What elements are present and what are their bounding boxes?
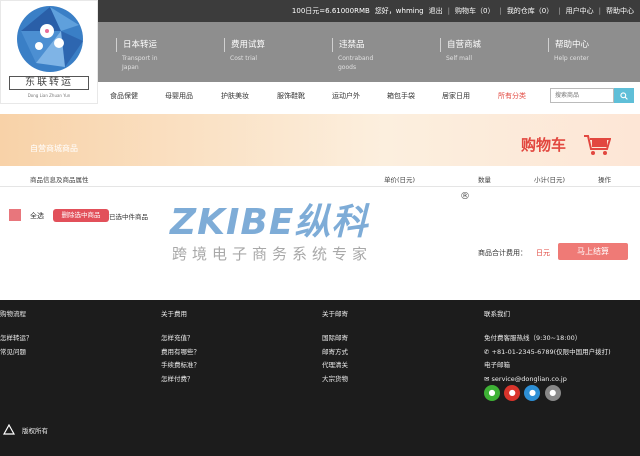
column-header: 小计(日元)	[534, 176, 566, 184]
nav-label: 费用试算	[224, 38, 284, 52]
email-address[interactable]: service@donglian.co.jp	[492, 375, 567, 383]
phone-row: ✆ +81-01-2345-6789(仅限中国用户拨打)	[484, 346, 611, 360]
category-item[interactable]: 服饰鞋靴	[277, 91, 305, 101]
page-banner: 自营商城商品 购物车	[0, 114, 640, 166]
footer-column-shipping: 关于邮寄 国际邮寄 邮寄方式 代理清关 大宗货物	[322, 308, 348, 386]
total-value: 日元	[536, 249, 550, 257]
copyright: 版权所有	[3, 424, 48, 435]
nav-label: 日本转运	[116, 38, 176, 52]
footer-link[interactable]: 邮寄方式	[322, 346, 348, 360]
nav-label: 自营商城	[440, 38, 500, 52]
footer-link[interactable]: 常见问题	[0, 346, 33, 360]
phone-icon: ✆	[484, 347, 492, 356]
footer-column-shopping: 购物流程 怎样转运？ 常见问题	[0, 308, 33, 359]
nav-sublabel: Self mall	[446, 55, 473, 62]
hotline-text: 免付费客服热线（9:30~18:00）	[484, 334, 582, 342]
nav-sublabel: Help center	[554, 55, 589, 62]
logout-link[interactable]: 退出	[429, 6, 443, 16]
category-item[interactable]: 食品保健	[110, 91, 138, 101]
email-row: ✉ service@donglian.co.jp	[484, 373, 611, 387]
selected-count: 已选中件商品	[109, 213, 148, 221]
user-center-link[interactable]: 用户中心	[566, 6, 594, 16]
delete-selected-button[interactable]: 删除选中商品	[53, 209, 109, 222]
footer-link[interactable]: 费用有哪些？	[161, 346, 200, 360]
nav-item-transport[interactable]: 日本转运 Transport in Japan	[116, 38, 176, 78]
category-item[interactable]: 母婴用品	[165, 91, 193, 101]
footer-heading: 购物流程	[0, 310, 26, 318]
search-icon	[620, 92, 628, 100]
cart-table-header: 商品信息及商品属性 单价(日元) 数量 小计(日元) 操作	[0, 172, 640, 186]
column-header: 商品信息及商品属性	[30, 176, 89, 184]
separator: |	[598, 7, 601, 15]
mail-icon: ✉	[484, 374, 492, 383]
apple-icon[interactable]: ●	[544, 385, 561, 401]
search-button[interactable]	[614, 88, 634, 103]
cart-link[interactable]: 购物车（0）	[455, 6, 494, 16]
category-item[interactable]: 箱包手袋	[387, 91, 415, 101]
footer-link[interactable]: 大宗货物	[322, 373, 348, 387]
logo-subtext: Dong Lian Zhuan Yun	[27, 93, 71, 98]
footer-link[interactable]: 怎样转运？	[0, 332, 33, 346]
footer-link[interactable]: 国际邮寄	[322, 332, 348, 346]
nav-item-self-mall[interactable]: 自营商城 Self mall	[440, 38, 500, 78]
checkout-button[interactable]: 马上结算	[558, 243, 628, 260]
nav-sublabel: Transport in Japan	[122, 55, 158, 71]
category-item-all[interactable]: 所有分类	[498, 91, 526, 101]
category-item[interactable]: 运动户外	[332, 91, 360, 101]
footer-link[interactable]: 怎样付费？	[161, 373, 200, 387]
site-logo[interactable]: 东联转运 Dong Lian Zhuan Yun	[0, 0, 98, 104]
copyright-text: 版权所有	[22, 426, 48, 435]
footer-column-contact: 联系我们 免付费客服热线（9:30~18:00） ✆ +81-01-2345-6…	[484, 308, 611, 386]
nav-label: 帮助中心	[548, 38, 608, 52]
footer-link[interactable]: 怎样充值？	[161, 332, 200, 346]
category-bar: 食品保健 母婴用品 护肤美妆 服饰鞋靴 运动户外 箱包手袋 居家日用 所有分类	[98, 86, 640, 106]
category-item[interactable]: 护肤美妆	[221, 91, 249, 101]
nav-sublabel: Cost trial	[230, 55, 258, 62]
footer-heading: 关于邮寄	[322, 310, 348, 318]
nav-label: 违禁品	[332, 38, 392, 52]
separator: |	[558, 7, 561, 15]
wechat-icon[interactable]: ●	[484, 385, 500, 401]
cart-actions: 全选 删除选中商品 已选中件商品 商品合计费用： 日元 马上结算	[0, 186, 640, 264]
help-center-link[interactable]: 帮助中心	[606, 6, 634, 16]
column-header: 单价(日元)	[384, 176, 416, 184]
category-item[interactable]: 居家日用	[442, 91, 470, 101]
footer-heading: 关于费用	[161, 310, 187, 318]
triangle-icon	[3, 424, 15, 435]
cart-icon	[584, 135, 611, 155]
search-input[interactable]	[550, 88, 614, 103]
social-links: ● ● ● ●	[484, 385, 563, 401]
separator: |	[447, 7, 450, 15]
banner-title: 自营商城商品	[30, 144, 78, 153]
main-nav: 日本转运 Transport in Japan 费用试算 Cost trial …	[98, 22, 640, 82]
banner-cart-title: 购物车	[521, 136, 567, 154]
nav-item-contraband[interactable]: 违禁品 Contraband goods	[332, 38, 392, 78]
site-footer: 购物流程 怎样转运？ 常见问题 关于费用 怎样充值？ 费用有哪些？ 手续费标准？…	[0, 300, 640, 456]
greeting: 您好，whming	[374, 7, 424, 15]
column-header: 数量	[478, 176, 491, 184]
select-all-checkbox[interactable]	[9, 209, 21, 221]
warehouse-link[interactable]: 我的仓库（0）	[507, 6, 553, 16]
qq-icon[interactable]: ●	[524, 385, 541, 401]
nav-item-help[interactable]: 帮助中心 Help center	[548, 38, 608, 78]
logo-text: 东联转运	[9, 76, 89, 90]
weibo-icon[interactable]: ●	[504, 385, 521, 401]
nav-item-cost-trial[interactable]: 费用试算 Cost trial	[224, 38, 284, 78]
select-all-label: 全选	[30, 212, 44, 220]
phone-number: +81-01-2345-6789(仅限中国用户拨打)	[491, 347, 611, 356]
exchange-rate: 100日元=6.61000RMB	[291, 7, 370, 15]
separator: |	[499, 7, 502, 15]
footer-heading: 联系我们	[484, 310, 510, 318]
nav-sublabel: Contraband goods	[338, 55, 374, 71]
top-bar: 100日元=6.61000RMB 您好，whming 退出 | 购物车（0） |…	[98, 0, 640, 22]
column-header: 操作	[598, 176, 611, 184]
email-label: 电子邮箱	[484, 361, 510, 369]
total-label: 商品合计费用：	[478, 249, 527, 257]
footer-link[interactable]: 代理清关	[322, 359, 348, 373]
footer-link[interactable]: 手续费标准？	[161, 359, 200, 373]
footer-column-fees: 关于费用 怎样充值？ 费用有哪些？ 手续费标准？ 怎样付费？	[161, 308, 200, 386]
